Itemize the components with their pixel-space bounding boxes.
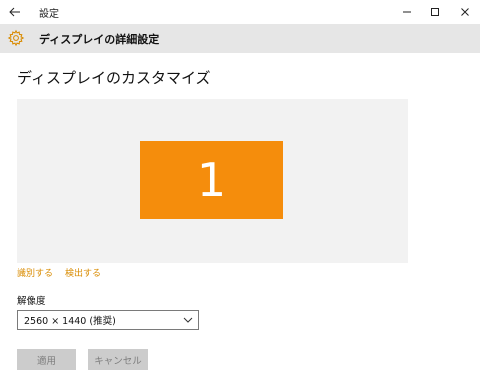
title-bar: 設定 bbox=[0, 0, 480, 24]
page-title: ディスプレイのカスタマイズ bbox=[17, 69, 211, 87]
cancel-button[interactable]: キャンセル bbox=[88, 349, 148, 370]
maximize-button[interactable] bbox=[420, 0, 450, 24]
back-button[interactable] bbox=[5, 3, 25, 21]
chevron-down-icon bbox=[183, 317, 193, 323]
resolution-dropdown[interactable]: 2560 × 1440 (推奨) bbox=[17, 310, 199, 330]
resolution-label: 解像度 bbox=[17, 296, 46, 307]
minimize-button[interactable] bbox=[392, 0, 422, 24]
close-icon bbox=[461, 8, 469, 16]
monitor-tile[interactable]: 1 bbox=[140, 141, 283, 219]
minimize-icon bbox=[403, 11, 411, 13]
maximize-icon bbox=[431, 8, 439, 16]
settings-header: ディスプレイの詳細設定 bbox=[0, 24, 480, 53]
window-title: 設定 bbox=[39, 9, 59, 20]
header-title: ディスプレイの詳細設定 bbox=[39, 33, 160, 46]
resolution-value: 2560 × 1440 (推奨) bbox=[24, 316, 116, 327]
display-arrangement-area[interactable]: 1 bbox=[17, 99, 408, 263]
detect-link[interactable]: 検出する bbox=[65, 266, 101, 279]
gear-icon bbox=[7, 29, 25, 47]
monitor-number: 1 bbox=[196, 153, 227, 207]
apply-button[interactable]: 適用 bbox=[17, 349, 76, 370]
close-button[interactable] bbox=[450, 0, 480, 24]
identify-link[interactable]: 識別する bbox=[17, 266, 53, 279]
back-arrow-icon bbox=[9, 7, 20, 17]
